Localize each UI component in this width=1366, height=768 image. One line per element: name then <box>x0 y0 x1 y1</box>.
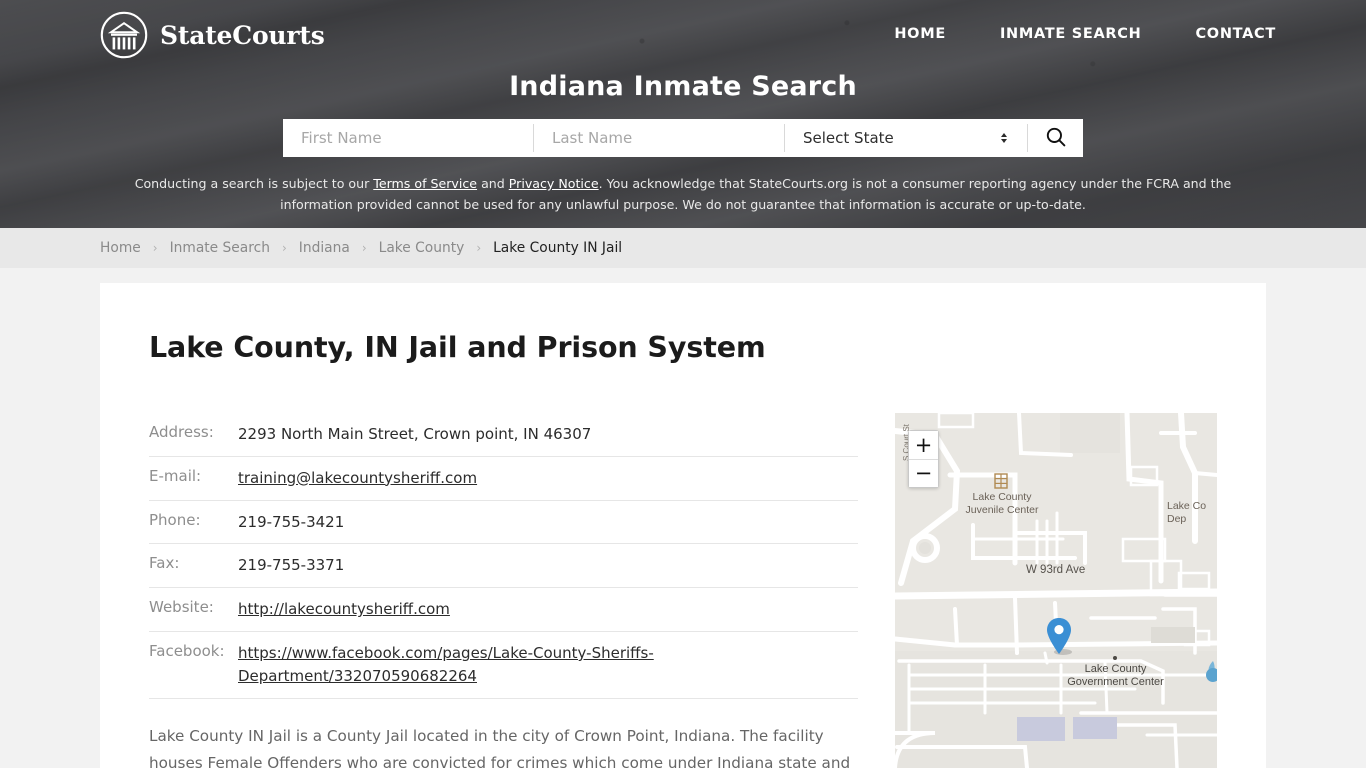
breadcrumb-item-current: Lake County IN Jail <box>493 240 623 256</box>
state-select[interactable]: Select State <box>785 119 1027 157</box>
location-map[interactable]: + − S Court St Lake County Juvenile Cent… <box>895 413 1217 768</box>
page-body: Lake County, IN Jail and Prison System A… <box>0 283 1366 768</box>
map-label-lake-county-department: Lake Co Dep <box>1167 500 1207 525</box>
info-value-facebook: https://www.facebook.com/pages/Lake-Coun… <box>238 631 858 698</box>
content-card: Lake County, IN Jail and Prison System A… <box>100 283 1266 768</box>
info-label-address: Address: <box>149 423 214 441</box>
site-logo[interactable]: StateCourts <box>100 11 325 59</box>
nav-item-contact[interactable]: CONTACT <box>1195 26 1276 42</box>
main-navigation: HOME INMATE SEARCH CONTACT <box>894 26 1276 42</box>
facility-description: Lake County IN Jail is a County Jail loc… <box>149 723 851 768</box>
table-row: Website: http://lakecountysheriff.com <box>149 588 858 632</box>
breadcrumb-item-lake-county[interactable]: Lake County <box>379 240 465 256</box>
description-text-before: Lake County IN Jail is a County Jail loc… <box>149 726 851 768</box>
nav-item-inmate-search[interactable]: INMATE SEARCH <box>1000 26 1142 42</box>
last-name-input[interactable] <box>534 119 784 157</box>
table-row: Facebook: https://www.facebook.com/pages… <box>149 631 858 699</box>
breadcrumb-item-home[interactable]: Home <box>100 240 141 256</box>
info-value-phone: 219-755-3421 <box>238 512 345 531</box>
privacy-notice-link[interactable]: Privacy Notice <box>509 176 599 191</box>
disclaimer-text-2: and <box>477 176 509 191</box>
terms-of-service-link[interactable]: Terms of Service <box>373 176 477 191</box>
first-name-input[interactable] <box>283 119 533 157</box>
map-zoom-in-button[interactable]: + <box>909 431 938 459</box>
map-road-label-w-93rd-ave: W 93rd Ave <box>1026 564 1086 576</box>
magnifier-icon <box>1045 126 1067 151</box>
map-column: + − S Court St Lake County Juvenile Cent… <box>858 413 1217 768</box>
table-row: Address: 2293 North Main Street, Crown p… <box>149 413 858 457</box>
facility-details-column: Address: 2293 North Main Street, Crown p… <box>149 413 858 768</box>
chevron-right-icon: › <box>281 241 287 255</box>
map-label-juvenile-center: Lake County Juvenile Center <box>965 491 1039 516</box>
search-submit-button[interactable] <box>1028 119 1083 157</box>
nav-item-home[interactable]: HOME <box>894 26 946 42</box>
chevron-right-icon: › <box>476 241 482 255</box>
inmate-search-bar: Select State <box>283 119 1083 157</box>
table-row: Phone: 219-755-3421 <box>149 500 858 544</box>
info-label-email: E-mail: <box>149 466 202 485</box>
info-label-fax: Fax: <box>149 554 180 573</box>
breadcrumb-list: Home › Inmate Search › Indiana › Lake Co… <box>100 240 622 256</box>
email-link[interactable]: training@lakecountysheriff.com <box>238 469 477 487</box>
breadcrumb: Home › Inmate Search › Indiana › Lake Co… <box>0 228 1366 268</box>
map-zoom-out-button[interactable]: − <box>909 459 938 487</box>
info-label-website: Website: <box>149 598 214 617</box>
juvenile-center-building-icon <box>994 473 1008 493</box>
content-columns: Address: 2293 North Main Street, Crown p… <box>149 413 1217 768</box>
info-value-fax: 219-755-3371 <box>238 556 345 575</box>
info-value-website: http://lakecountysheriff.com <box>238 588 858 632</box>
map-zoom-controls: + − <box>908 430 939 488</box>
info-value-email: training@lakecountysheriff.com <box>238 456 858 500</box>
breadcrumb-item-indiana[interactable]: Indiana <box>299 240 350 256</box>
table-row: E-mail: training@lakecountysheriff.com <box>149 456 858 501</box>
breadcrumb-item-inmate-search[interactable]: Inmate Search <box>170 240 270 256</box>
info-label-phone: Phone: <box>149 510 201 529</box>
info-label-facebook: Facebook: <box>149 641 225 660</box>
site-header: StateCourts HOME INMATE SEARCH CONTACT I… <box>0 0 1366 228</box>
hero-title: Indiana Inmate Search <box>509 71 857 102</box>
map-label-government-center: Lake County Government Center <box>1067 663 1164 689</box>
map-tiles <box>895 413 1217 768</box>
disclaimer-text-1: Conducting a search is subject to our <box>134 176 374 191</box>
website-link[interactable]: http://lakecountysheriff.com <box>238 600 450 618</box>
facebook-link[interactable]: https://www.facebook.com/pages/Lake-Coun… <box>238 644 654 685</box>
brand-name: StateCourts <box>160 20 325 50</box>
chevron-right-icon: › <box>361 241 367 255</box>
chevron-right-icon: › <box>152 241 158 255</box>
government-center-poi-dot <box>1113 656 1117 660</box>
facility-info-table: Address: 2293 North Main Street, Crown p… <box>149 413 858 699</box>
page-title: Lake County, IN Jail and Prison System <box>149 331 766 364</box>
map-pin-marker[interactable] <box>1045 617 1073 661</box>
info-value-address: 2293 North Main Street, Crown point, IN … <box>238 425 592 443</box>
state-select-wrapper: Select State <box>785 119 1027 157</box>
search-disclaimer: Conducting a search is subject to our Te… <box>133 174 1233 216</box>
table-row: Fax: 219-755-3371 <box>149 544 858 588</box>
courthouse-circle-icon <box>100 11 148 59</box>
